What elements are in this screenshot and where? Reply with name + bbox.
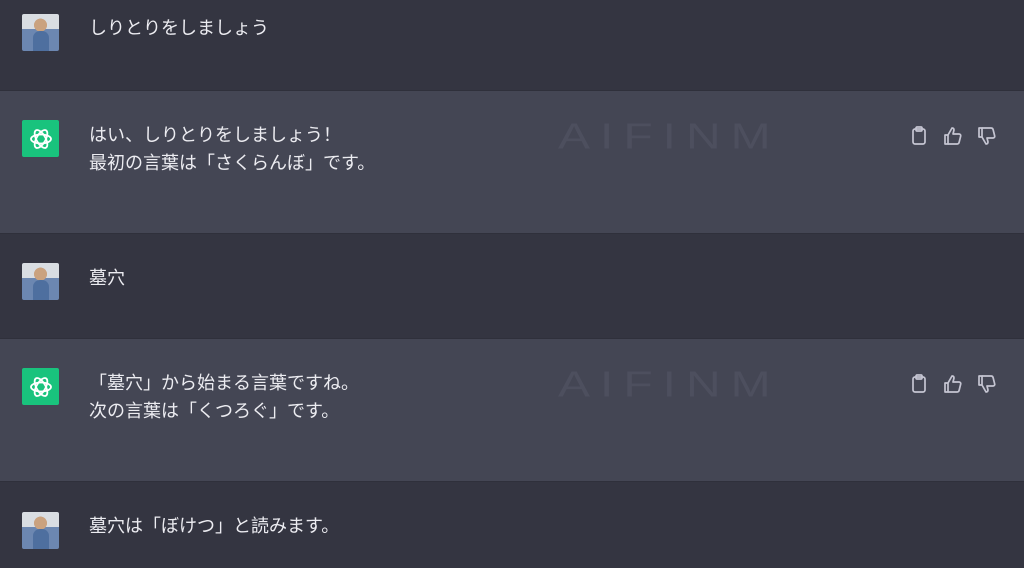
watermark-logo: AIFINM <box>558 116 781 157</box>
message-actions <box>908 373 998 395</box>
message-text: 墓穴は「ぼけつ」と読みます。 <box>89 513 339 541</box>
user-avatar <box>22 14 59 51</box>
thumbs-down-icon <box>978 127 996 145</box>
message-text: はい、しりとりをしましょう！ 最初の言葉は「さくらんぼ」です。 <box>89 122 375 178</box>
copy-button[interactable] <box>908 373 930 395</box>
message-text: しりとりをしましょう <box>89 15 269 43</box>
assistant-avatar <box>22 368 59 405</box>
user-avatar <box>22 512 59 549</box>
openai-logo-icon <box>29 128 52 149</box>
message-line: しりとりをしましょう <box>89 18 269 39</box>
clipboard-icon <box>912 374 926 393</box>
message-line: 墓穴 <box>89 268 125 289</box>
like-button[interactable] <box>942 125 964 147</box>
message-line: 「墓穴」から始まる言葉ですね。 <box>89 373 359 394</box>
message-text: 墓穴 <box>89 265 125 293</box>
like-button[interactable] <box>942 373 964 395</box>
thumbs-up-icon <box>944 375 962 393</box>
message-line: 最初の言葉は「さくらんぼ」です。 <box>89 153 376 174</box>
message-assistant: AIFINM はい、しりとりをしましょう！ 最初の言葉は「さくらんぼ」です。 <box>0 90 1024 234</box>
message-line: はい、しりとりをしましょう！ <box>89 125 341 146</box>
copy-button[interactable] <box>908 125 930 147</box>
message-actions <box>908 125 998 147</box>
message-user: 墓穴は「ぼけつ」と読みます。 <box>0 482 1024 568</box>
message-text: 「墓穴」から始まる言葉ですね。 次の言葉は「くつろぐ」です。 <box>89 370 359 426</box>
dislike-button[interactable] <box>976 125 998 147</box>
thumbs-up-icon <box>944 127 962 145</box>
thumbs-down-icon <box>978 375 996 393</box>
message-line: 墓穴は「ぼけつ」と読みます。 <box>89 516 340 537</box>
openai-logo-icon <box>29 376 52 397</box>
message-line: 次の言葉は「くつろぐ」です。 <box>89 401 340 422</box>
message-user: 墓穴 <box>0 234 1024 338</box>
user-avatar <box>22 263 59 300</box>
message-user: しりとりをしましょう <box>0 0 1024 90</box>
clipboard-icon <box>912 126 926 145</box>
watermark-logo: AIFINM <box>558 364 781 405</box>
message-assistant: AIFINM 「墓穴」から始まる言葉ですね。 次の言葉は「くつろぐ」です。 <box>0 338 1024 482</box>
assistant-avatar <box>22 120 59 157</box>
dislike-button[interactable] <box>976 373 998 395</box>
